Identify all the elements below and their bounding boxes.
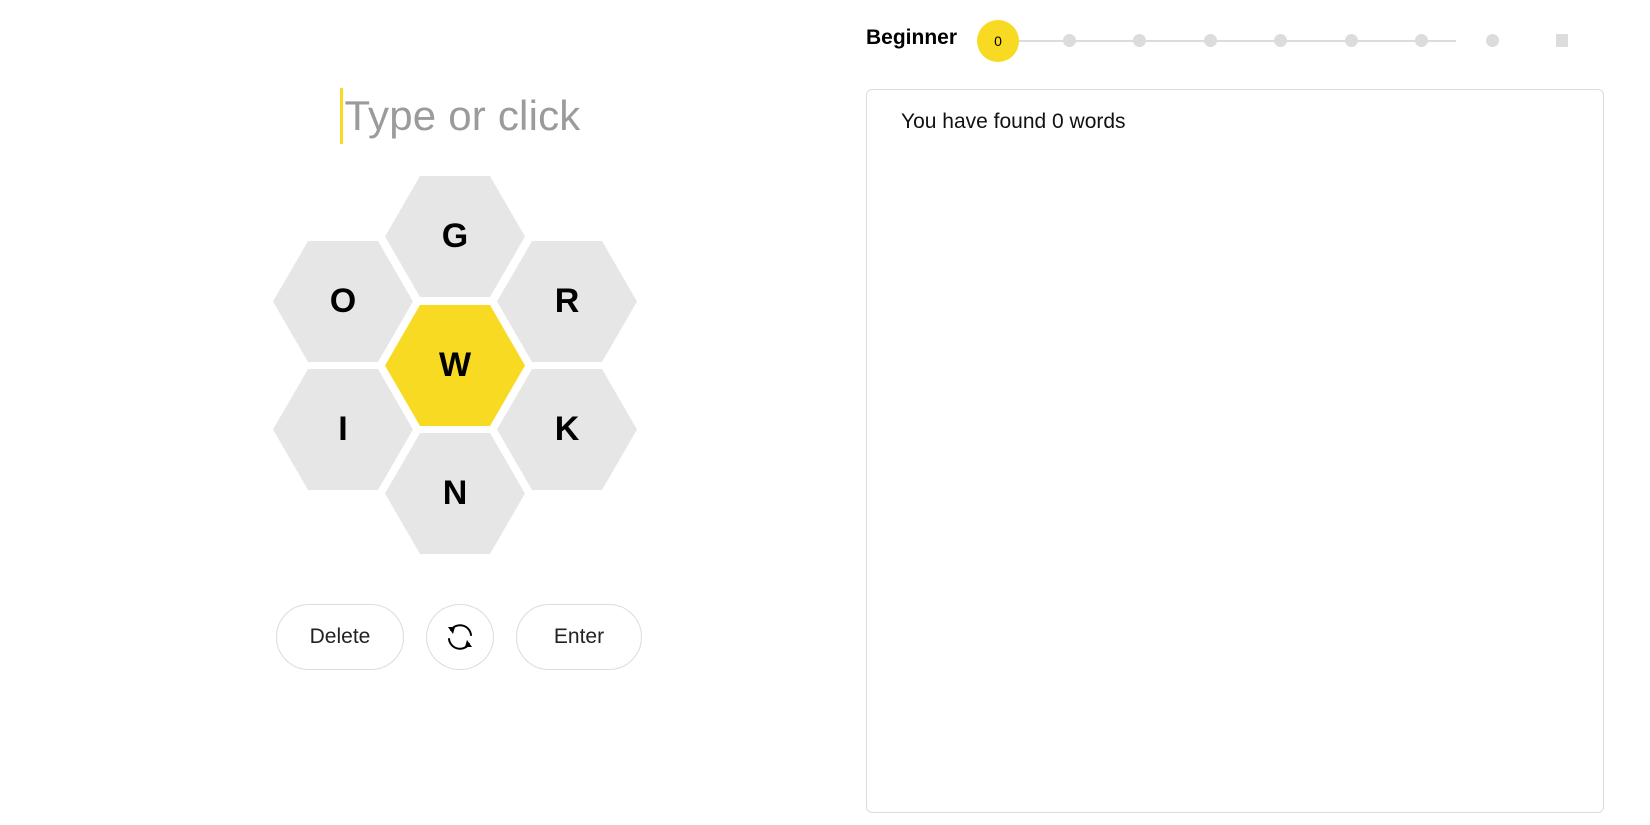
rank-label: Beginner (866, 26, 958, 49)
hive-controls: Delete Enter (0, 604, 920, 674)
progress-step-dot (1344, 34, 1358, 47)
hive-center-letter: W (438, 346, 472, 384)
found-words-panel[interactable]: You have found 0 words (866, 89, 1604, 813)
progress-end-marker (1556, 34, 1568, 47)
score-badge: 0 (977, 20, 1019, 62)
score-value: 0 (994, 33, 1002, 49)
found-words-summary: You have found 0 words (901, 110, 1126, 133)
rank-progress[interactable]: Beginner 0 (866, 18, 1596, 66)
spelling-bee-game: Type or click G R K N I O W Delete Enter… (0, 0, 1650, 825)
text-cursor (339, 88, 343, 144)
shuffle-button[interactable] (426, 604, 494, 670)
progress-step-dot (1062, 34, 1076, 47)
progress-step-dot (1274, 34, 1287, 47)
progress-step-dot (1203, 34, 1217, 47)
hive-cell-center[interactable]: W (385, 305, 525, 426)
progress-step-dot (1133, 34, 1146, 47)
progress-step-dot (1485, 34, 1499, 47)
shuffle-icon (448, 624, 472, 650)
delete-button[interactable]: Delete (276, 604, 404, 670)
input-placeholder: Type or click (344, 92, 581, 139)
enter-button[interactable]: Enter (516, 604, 642, 670)
progress-step-dot (1415, 34, 1428, 47)
word-input-inner: Type or click (339, 88, 581, 144)
word-input[interactable]: Type or click (0, 84, 920, 148)
